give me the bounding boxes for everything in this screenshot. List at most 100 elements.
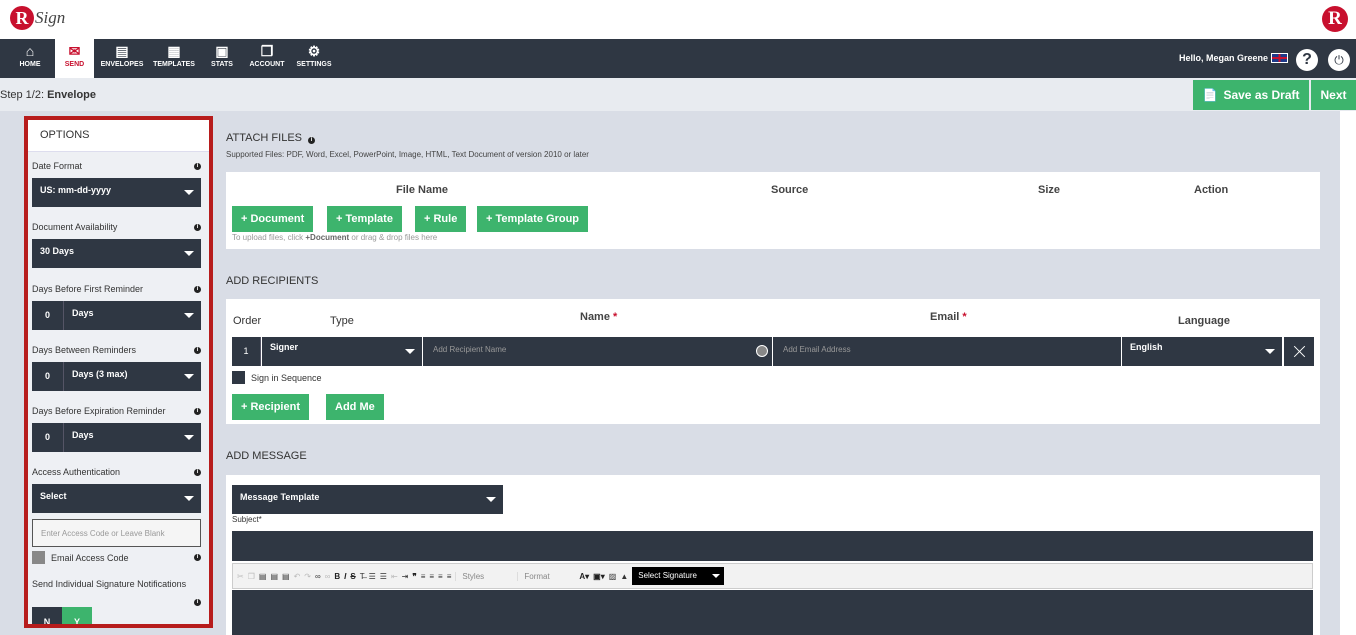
bulleted-list-icon[interactable]: ☰ bbox=[380, 572, 387, 581]
contact-person-icon[interactable] bbox=[756, 345, 768, 357]
logout-power-icon[interactable]: ⏻ bbox=[1328, 49, 1350, 71]
recipient-order[interactable]: 1 bbox=[232, 337, 261, 366]
first-reminder-label: Days Before First Reminder bbox=[32, 284, 144, 294]
message-template-value: Message Template bbox=[240, 492, 320, 502]
file-name-header: File Name bbox=[396, 184, 448, 196]
expiration-reminder-number[interactable]: 0 bbox=[32, 423, 64, 452]
date-format-label: Date Format bbox=[32, 161, 83, 171]
undo-icon[interactable]: ↶ bbox=[294, 572, 301, 581]
info-icon[interactable]: i bbox=[194, 285, 201, 293]
recipient-language-value: English bbox=[1130, 342, 1163, 352]
styles-select[interactable]: Styles bbox=[455, 571, 513, 581]
nav-home[interactable]: ⌂ HOME bbox=[10, 39, 50, 78]
copy-icon[interactable]: ❐ bbox=[248, 572, 255, 581]
add-message-heading: ADD MESSAGE bbox=[226, 450, 307, 462]
toggle-no[interactable]: N bbox=[32, 607, 62, 624]
link-icon[interactable]: ∞ bbox=[315, 572, 321, 581]
uk-flag-icon[interactable] bbox=[1271, 53, 1288, 63]
add-template-group-button[interactable]: + Template Group bbox=[477, 206, 589, 232]
background-color-icon[interactable]: ▣▾ bbox=[593, 572, 605, 581]
info-icon[interactable]: i bbox=[194, 407, 201, 415]
info-icon[interactable]: i bbox=[194, 223, 201, 231]
required-marker: * bbox=[962, 311, 967, 323]
select-signature-dropdown[interactable]: Select Signature bbox=[632, 567, 725, 585]
rsign-logo[interactable]: R Sign bbox=[10, 6, 65, 30]
nav-envelopes-label: ENVELOPES bbox=[100, 61, 144, 68]
unlink-icon[interactable]: ∞ bbox=[325, 572, 331, 581]
indent-icon[interactable]: ⇥ bbox=[402, 572, 409, 581]
next-button[interactable]: Next bbox=[1311, 80, 1356, 110]
name-header-text: Name bbox=[580, 311, 610, 323]
date-format-select[interactable]: US: mm-dd-yyyy bbox=[32, 178, 201, 207]
info-icon[interactable]: i bbox=[194, 468, 201, 476]
options-title: OPTIONS bbox=[28, 120, 209, 152]
info-icon[interactable]: i bbox=[194, 346, 201, 354]
stamp-icon[interactable]: ▲ bbox=[620, 572, 628, 581]
add-document-button[interactable]: + Document bbox=[232, 206, 314, 232]
between-reminders-number[interactable]: 0 bbox=[32, 362, 64, 391]
remove-recipient-close-icon[interactable] bbox=[1283, 337, 1314, 366]
user-greeting[interactable]: Hello, Megan Greene bbox=[1179, 53, 1288, 63]
align-right-icon[interactable]: ≡ bbox=[438, 572, 443, 581]
email-header-text: Email bbox=[930, 311, 960, 323]
align-left-icon[interactable]: ≡ bbox=[421, 572, 426, 581]
nav-account[interactable]: ❐ ACCOUNT bbox=[246, 39, 288, 78]
step-indicator: Step 1/2: Envelope bbox=[0, 89, 96, 101]
add-me-button[interactable]: Add Me bbox=[326, 394, 384, 420]
recipient-type-select[interactable]: Signer bbox=[262, 337, 422, 366]
chevron-down-icon bbox=[184, 435, 194, 440]
nav-settings[interactable]: ⚙ SETTINGS bbox=[294, 39, 334, 78]
first-reminder-number[interactable]: 0 bbox=[32, 301, 64, 330]
sign-in-sequence-label: Sign in Sequence bbox=[251, 372, 322, 383]
italic-icon[interactable]: I bbox=[344, 572, 346, 581]
add-recipient-button[interactable]: + Recipient bbox=[232, 394, 309, 420]
add-template-button[interactable]: + Template bbox=[327, 206, 402, 232]
info-icon[interactable]: i bbox=[308, 137, 315, 144]
blockquote-icon[interactable]: ❞ bbox=[412, 572, 416, 581]
availability-select[interactable]: 30 Days bbox=[32, 239, 201, 268]
format-select[interactable]: Format bbox=[517, 571, 575, 581]
message-panel: Message Template Subject* ✂ ❐ ▤ ▤ ▤ ↶ ↷ … bbox=[226, 475, 1320, 635]
text-color-icon[interactable]: A▾ bbox=[579, 572, 589, 581]
cut-icon[interactable]: ✂ bbox=[237, 572, 244, 581]
align-justify-icon[interactable]: ≡ bbox=[447, 572, 452, 581]
save-as-draft-button[interactable]: 📄 Save as Draft bbox=[1193, 80, 1309, 110]
message-body-editor[interactable] bbox=[232, 590, 1313, 635]
nav-envelopes[interactable]: ▤ ENVELOPES bbox=[98, 39, 146, 78]
first-reminder-select[interactable]: 0 Days bbox=[32, 301, 201, 330]
nav-stats[interactable]: ▣ STATS bbox=[205, 39, 239, 78]
between-reminders-select[interactable]: 0 Days (3 max) bbox=[32, 362, 201, 391]
recipient-name-input[interactable]: Add Recipient Name bbox=[423, 337, 772, 366]
help-button[interactable]: ? bbox=[1296, 49, 1318, 71]
document-icon: ❐ bbox=[260, 43, 274, 59]
paste-text-icon[interactable]: ▤ bbox=[270, 572, 278, 581]
numbered-list-icon[interactable]: ☰ bbox=[369, 572, 376, 581]
bold-icon[interactable]: B bbox=[334, 572, 340, 581]
toggle-yes[interactable]: Y bbox=[62, 607, 92, 624]
nav-send[interactable]: ✉ SEND bbox=[55, 39, 94, 78]
access-auth-select[interactable]: Select bbox=[32, 484, 201, 513]
info-icon[interactable]: i bbox=[194, 162, 201, 170]
access-code-input[interactable]: Enter Access Code or Leave Blank bbox=[32, 519, 201, 547]
outdent-icon[interactable]: ⇤ bbox=[391, 572, 398, 581]
nav-templates[interactable]: ▦ TEMPLATES bbox=[151, 39, 197, 78]
redo-icon[interactable]: ↷ bbox=[304, 572, 311, 581]
add-rule-button[interactable]: + Rule bbox=[415, 206, 467, 232]
notifications-toggle[interactable]: N Y bbox=[32, 607, 92, 624]
info-icon[interactable]: i bbox=[194, 599, 201, 606]
email-access-code-checkbox[interactable] bbox=[32, 551, 45, 564]
info-icon[interactable]: i bbox=[194, 554, 201, 561]
strikethrough-icon[interactable]: S bbox=[350, 572, 355, 581]
message-template-select[interactable]: Message Template bbox=[232, 485, 503, 514]
paste-word-icon[interactable]: ▤ bbox=[282, 572, 290, 581]
remove-format-icon[interactable]: T̶ bbox=[360, 572, 365, 581]
paste-icon[interactable]: ▤ bbox=[259, 572, 267, 581]
subject-input[interactable] bbox=[232, 531, 1313, 561]
align-center-icon[interactable]: ≡ bbox=[429, 572, 434, 581]
image-icon[interactable]: ▨ bbox=[609, 572, 617, 581]
chevron-down-icon bbox=[184, 374, 194, 379]
recipient-email-input[interactable]: Add Email Address bbox=[773, 337, 1121, 366]
sign-in-sequence-checkbox[interactable] bbox=[232, 371, 245, 384]
expiration-reminder-select[interactable]: 0 Days bbox=[32, 423, 201, 452]
recipient-language-select[interactable]: English bbox=[1122, 337, 1282, 366]
